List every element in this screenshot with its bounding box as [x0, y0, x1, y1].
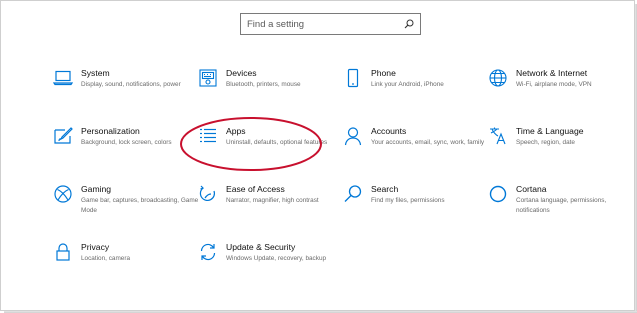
tile-title: Phone	[371, 68, 396, 78]
tile-title: Privacy	[81, 242, 110, 252]
tile-title: Update & Security	[226, 242, 296, 252]
tile-description: Find my files, permissions	[371, 197, 445, 204]
sync-arrows-icon	[198, 242, 218, 262]
tile-title: Gaming	[81, 184, 112, 194]
tile-title: Apps	[226, 126, 246, 136]
search-box[interactable]	[240, 13, 421, 35]
tile-description: Windows Update, recovery, backup	[226, 255, 327, 262]
search-icon[interactable]	[404, 19, 414, 29]
xbox-icon	[53, 184, 73, 204]
cortana-circle-icon	[488, 184, 508, 204]
tile-accounts[interactable]: Accounts Your accounts, email, sync, wor…	[343, 126, 488, 172]
tile-description: Game bar, captures, broadcasting, Game M…	[81, 197, 199, 214]
tile-devices[interactable]: Devices Bluetooth, printers, mouse	[198, 68, 343, 114]
keyboard-icon	[198, 68, 218, 88]
paintbrush-icon	[53, 126, 73, 146]
tile-personalization[interactable]: Personalization Background, lock screen,…	[53, 126, 198, 172]
tile-network[interactable]: Network & Internet Wi-Fi, airplane mode,…	[488, 68, 633, 114]
tile-gaming[interactable]: Gaming Game bar, captures, broadcasting,…	[53, 184, 198, 230]
tile-privacy[interactable]: Privacy Location, camera	[53, 242, 198, 288]
laptop-icon	[53, 68, 73, 88]
tile-title: Time & Language	[516, 126, 584, 136]
search-input[interactable]	[247, 18, 404, 30]
tile-time-language[interactable]: Time & Language Speech, region, date	[488, 126, 633, 172]
apps-list-icon	[198, 126, 218, 146]
tile-apps[interactable]: Apps Uninstall, defaults, optional featu…	[198, 126, 343, 172]
tile-ease-of-access[interactable]: Ease of Access Narrator, magnifier, high…	[198, 184, 343, 230]
lock-icon	[53, 242, 73, 262]
tile-description: Link your Android, iPhone	[371, 81, 444, 88]
tile-description: Display, sound, notifications, power	[81, 81, 181, 88]
tile-description: Bluetooth, printers, mouse	[226, 81, 301, 88]
tile-system[interactable]: System Display, sound, notifications, po…	[53, 68, 198, 114]
person-icon	[343, 126, 363, 146]
tile-title: Network & Internet	[516, 68, 588, 78]
phone-icon	[343, 68, 363, 88]
tile-update-security[interactable]: Update & Security Windows Update, recove…	[198, 242, 343, 288]
globe-icon	[488, 68, 508, 88]
tile-phone[interactable]: Phone Link your Android, iPhone	[343, 68, 488, 114]
tile-title: Ease of Access	[226, 184, 285, 194]
tile-search[interactable]: Search Find my files, permissions	[343, 184, 488, 230]
tile-description: Your accounts, email, sync, work, family	[371, 139, 485, 146]
tile-description: Speech, region, date	[516, 139, 575, 146]
language-icon	[488, 126, 508, 146]
tile-description: Background, lock screen, colors	[81, 139, 172, 146]
tile-title: Personalization	[81, 126, 140, 136]
tile-description: Narrator, magnifier, high contrast	[226, 197, 319, 204]
tile-title: Cortana	[516, 184, 547, 194]
tile-cortana[interactable]: Cortana Cortana language, permissions, n…	[488, 184, 633, 230]
tile-title: System	[81, 68, 110, 78]
magnifier-icon	[343, 184, 363, 204]
tile-title: Devices	[226, 68, 257, 78]
tile-title: Accounts	[371, 126, 407, 136]
tile-title: Search	[371, 184, 399, 194]
tile-description: Cortana language, permissions, notificat…	[516, 197, 607, 214]
tile-description: Wi-Fi, airplane mode, VPN	[516, 81, 592, 88]
tile-description: Uninstall, defaults, optional features	[226, 139, 328, 146]
tile-description: Location, camera	[81, 255, 131, 262]
ease-of-access-icon	[198, 184, 218, 204]
